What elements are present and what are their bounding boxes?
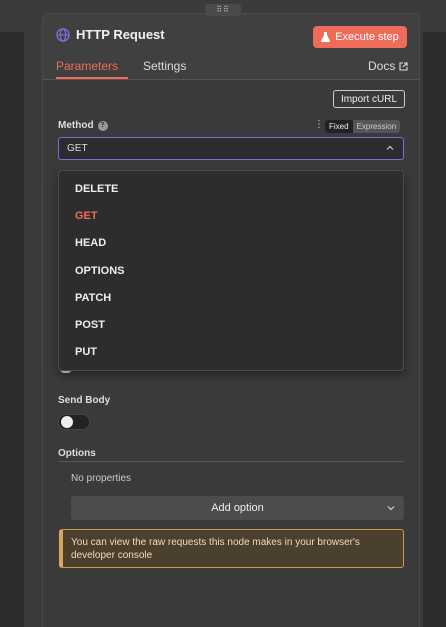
switch-knob	[61, 416, 73, 428]
mode-fixed[interactable]: Fixed	[325, 120, 353, 133]
chevron-down-icon	[387, 506, 395, 511]
drag-handle[interactable]: ⠿⠿	[205, 4, 241, 16]
docs-label: Docs	[368, 59, 396, 73]
flask-icon	[321, 32, 331, 42]
mode-expression[interactable]: Expression	[353, 120, 401, 133]
canvas-left	[0, 32, 24, 627]
add-option-button[interactable]: Add option	[71, 496, 404, 520]
send-body-label: Send Body	[58, 395, 111, 406]
node-title: HTTP Request	[76, 27, 165, 42]
method-label-text: Method	[58, 120, 94, 131]
question-icon[interactable]: ?	[97, 120, 108, 131]
external-link-icon	[399, 61, 408, 71]
method-option-delete[interactable]: DELETE	[75, 183, 118, 195]
panel-header: HTTP Request Execute step Parameters Set…	[43, 14, 419, 80]
kebab-icon[interactable]: ⋮	[314, 120, 324, 130]
method-option-post[interactable]: POST	[75, 319, 105, 331]
send-body-switch[interactable]	[58, 414, 90, 430]
import-curl-button[interactable]: Import cURL	[333, 90, 405, 108]
method-option-patch[interactable]: PATCH	[75, 292, 111, 304]
method-option-options[interactable]: OPTIONS	[75, 265, 125, 277]
docs-link[interactable]: Docs	[368, 59, 408, 73]
execute-step-button[interactable]: Execute step	[313, 26, 407, 48]
drag-handle-icon: ⠿⠿	[216, 5, 230, 14]
method-label: Method ?	[58, 120, 108, 131]
method-option-head[interactable]: HEAD	[75, 237, 106, 249]
tab-settings[interactable]: Settings	[143, 59, 186, 73]
chevron-up-icon	[386, 145, 394, 150]
options-divider	[58, 461, 404, 462]
add-option-label: Add option	[211, 502, 264, 514]
globe-icon	[56, 28, 70, 42]
no-properties-text: No properties	[71, 473, 132, 484]
method-select[interactable]: GET	[58, 137, 404, 160]
info-notice: You can view the raw requests this node …	[59, 529, 404, 568]
method-dropdown: DELETE GET HEAD OPTIONS PATCH POST PUT	[58, 170, 404, 371]
execute-step-label: Execute step	[335, 31, 399, 43]
options-label: Options	[58, 448, 96, 459]
method-option-get[interactable]: GET	[75, 210, 98, 222]
canvas-right	[423, 32, 446, 627]
active-tab-indicator	[56, 77, 128, 79]
tab-parameters[interactable]: Parameters	[56, 59, 118, 73]
method-option-put[interactable]: PUT	[75, 346, 97, 358]
fixed-expression-toggle: Fixed Expression	[325, 120, 401, 133]
method-select-value: GET	[67, 143, 88, 154]
